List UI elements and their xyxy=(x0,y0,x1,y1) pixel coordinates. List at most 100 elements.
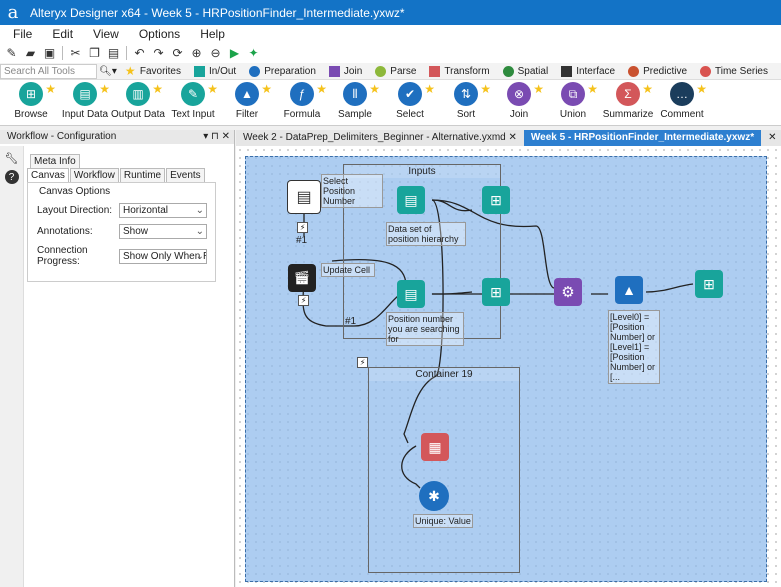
search-tools-input[interactable]: Search All Tools xyxy=(0,63,98,79)
tool-label: Input Data xyxy=(61,109,109,120)
redo-icon[interactable]: ↷ xyxy=(151,45,167,61)
tool-select[interactable]: ✔ ★ Select xyxy=(381,82,439,120)
favorite-star-icon[interactable]: ★ xyxy=(369,82,380,96)
menu-options[interactable]: Options xyxy=(139,27,180,41)
category-tab-parse[interactable]: Parse xyxy=(375,65,417,77)
wrench-icon[interactable]: 🔧︎ xyxy=(3,150,21,166)
union-icon: ⧉ xyxy=(561,82,585,106)
config-tab-row: Canvas Workflow Runtime Events xyxy=(27,168,217,182)
favorite-star-icon[interactable]: ★ xyxy=(587,82,598,96)
category-tab-join[interactable]: Join xyxy=(328,65,363,77)
tool-summarize[interactable]: Σ ★ Summarize xyxy=(599,82,657,120)
category-tab-predictive[interactable]: Predictive xyxy=(628,65,687,77)
tool-comment[interactable]: … ★ Comment xyxy=(653,82,711,120)
category-color-icon xyxy=(249,65,261,77)
tool-sort[interactable]: ⇅ ★ Sort xyxy=(437,82,495,120)
menu-edit[interactable]: Edit xyxy=(52,27,73,41)
help-icon[interactable]: ? xyxy=(4,170,19,184)
undo-icon[interactable]: ↶ xyxy=(132,45,148,61)
category-tab-spatial[interactable]: Spatial xyxy=(502,65,548,77)
text-input-tool[interactable]: ▤ xyxy=(397,280,425,308)
category-label: Join xyxy=(343,65,363,77)
tool-sample[interactable]: ⦀ ★ Sample xyxy=(326,82,384,120)
browse-tool[interactable]: ⊞ xyxy=(695,270,723,298)
tool-union[interactable]: ⧉ ★ Union xyxy=(544,82,602,120)
unique-tool[interactable]: ✱ xyxy=(419,481,449,511)
crosstab-tool[interactable]: ▦ xyxy=(421,433,449,461)
run-icon[interactable]: ▶ xyxy=(227,45,243,61)
document-tabs: Week 2 - DataPrep_Delimiters_Beginner - … xyxy=(236,130,781,146)
search-dropdown-icon[interactable]: 🔍︎▾ xyxy=(99,66,117,77)
close-icon[interactable]: ✕ xyxy=(761,130,781,146)
container-title: Container 19 xyxy=(369,368,519,381)
input-data-tool[interactable]: ▤ xyxy=(397,186,425,214)
paste-icon[interactable]: ▤ xyxy=(106,45,122,61)
tab-runtime[interactable]: Runtime xyxy=(119,168,166,182)
favorite-star-icon[interactable]: ★ xyxy=(424,82,435,96)
refresh-icon[interactable]: ⟳ xyxy=(170,45,186,61)
tab-canvas[interactable]: Canvas xyxy=(27,168,69,182)
workflow-canvas[interactable]: Inputs Container 19 ▤ Select Position Nu… xyxy=(236,146,781,587)
favorite-star-icon[interactable]: ★ xyxy=(261,82,272,96)
menu-view[interactable]: View xyxy=(93,27,119,41)
annotations-dropdown[interactable]: Show ⌄ xyxy=(119,224,207,239)
option-connection-progress: Connection Progress: Show Only When R ⌄ xyxy=(33,245,210,267)
favorite-star-icon[interactable]: ★ xyxy=(207,82,218,96)
save-icon[interactable]: ▣ xyxy=(42,45,58,61)
container-19[interactable]: Container 19 xyxy=(368,367,520,573)
select-icon: ✔ xyxy=(398,82,422,106)
action-tool[interactable]: 🎬︎ xyxy=(288,264,316,292)
category-label: Parse xyxy=(390,65,417,77)
tab-events[interactable]: Events xyxy=(166,168,205,182)
favorite-star-icon[interactable]: ★ xyxy=(45,82,56,96)
chevron-down-icon: ⌄ xyxy=(195,205,204,216)
browse-tool[interactable]: ⊞ xyxy=(482,186,510,214)
category-tab-in-out[interactable]: In/Out xyxy=(193,65,236,77)
favorite-star-icon[interactable]: ★ xyxy=(642,82,653,96)
tab-meta-info[interactable]: Meta Info xyxy=(30,154,80,168)
new-workflow-icon[interactable]: ✎ xyxy=(4,45,20,61)
tool-output-data[interactable]: ▥ ★ Output Data xyxy=(109,82,167,120)
category-tab-time-series[interactable]: Time Series xyxy=(700,65,768,77)
panel-side-strip: 🔧︎ ? xyxy=(0,146,24,587)
category-label: Preparation xyxy=(264,65,316,77)
open-icon[interactable]: ▰ xyxy=(23,45,39,61)
macro-tool[interactable]: ⚙ xyxy=(554,278,582,306)
menu-help[interactable]: Help xyxy=(200,27,225,41)
layout-direction-dropdown[interactable]: Horizontal ⌄ xyxy=(119,203,207,218)
filter-tool[interactable]: ▲ xyxy=(615,276,643,304)
panel-controls[interactable]: ▾ ⊓ ✕ xyxy=(203,130,230,144)
wand-icon[interactable]: ✦ xyxy=(246,45,262,61)
browse-tool[interactable]: ⊞ xyxy=(482,278,510,306)
category-tab-transform[interactable]: Transform xyxy=(429,65,490,77)
tool-formula[interactable]: ƒ ★ Formula xyxy=(273,82,331,120)
category-tab-preparation[interactable]: Preparation xyxy=(249,65,316,77)
tool-filter[interactable]: ▲ ★ Filter xyxy=(218,82,276,120)
tool-input-data[interactable]: ▤ ★ Input Data xyxy=(56,82,114,120)
tab-week2-doc[interactable]: Week 2 - DataPrep_Delimiters_Beginner - … xyxy=(236,130,524,146)
favorite-star-icon[interactable]: ★ xyxy=(152,82,163,96)
zoom-in-icon[interactable]: ⊕ xyxy=(189,45,205,61)
tool-join[interactable]: ⊗ ★ Join xyxy=(490,82,548,120)
zoom-out-icon[interactable]: ⊖ xyxy=(208,45,224,61)
dropdown-interface-tool[interactable]: ▤ xyxy=(287,180,321,214)
cut-icon[interactable]: ✂ xyxy=(68,45,84,61)
category-tab-interface[interactable]: Interface xyxy=(561,65,615,77)
connection-progress-dropdown[interactable]: Show Only When R ⌄ xyxy=(119,248,207,264)
tool-text-input[interactable]: ✎ ★ Text Input xyxy=(164,82,222,120)
tab-week5-doc[interactable]: Week 5 - HRPositionFinder_Intermediate.y… xyxy=(523,130,762,146)
annotation-filter-expression: [Level0] = [Position Number] or [Level1]… xyxy=(608,310,660,384)
category-color-icon xyxy=(502,65,514,77)
tool-browse[interactable]: ⊞ ★ Browse xyxy=(2,82,60,120)
sort-icon: ⇅ xyxy=(454,82,478,106)
tool-label: Join xyxy=(509,109,529,120)
copy-icon[interactable]: ❐ xyxy=(87,45,103,61)
close-icon[interactable]: ✕ xyxy=(509,132,517,143)
category-color-icon xyxy=(628,65,640,77)
title-bar: a Alteryx Designer x64 - Week 5 - HRPosi… xyxy=(0,0,781,25)
favorite-star-icon[interactable]: ★ xyxy=(533,82,544,96)
menu-file[interactable]: File xyxy=(13,27,32,41)
category-tab-favorites[interactable]: ★ Favorites xyxy=(125,65,181,77)
favorite-star-icon[interactable]: ★ xyxy=(696,82,707,96)
tab-workflow[interactable]: Workflow xyxy=(69,168,119,182)
